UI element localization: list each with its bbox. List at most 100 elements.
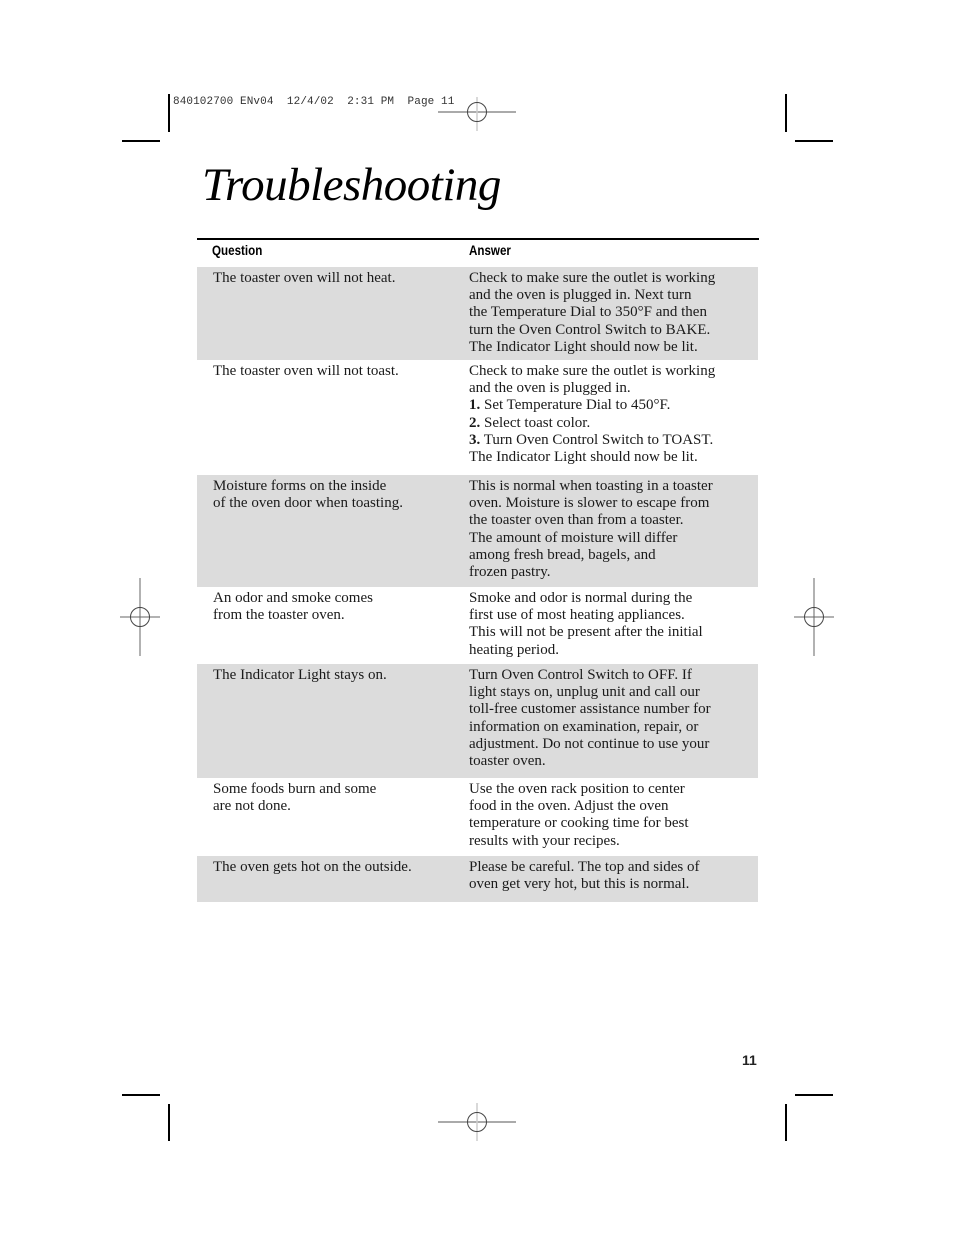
answer-text: This is normal when toasting in a toaste… — [469, 478, 713, 494]
answer-line: The Indicator Light should now be lit. — [469, 449, 758, 466]
answer-text: the toaster oven than from a toaster. — [469, 512, 684, 529]
answer-line: Use the oven rack position to center — [469, 781, 758, 798]
answer-line: adjustment. Do not continue to use your — [469, 736, 758, 753]
crop-mark — [122, 1094, 160, 1096]
answer-text: first use of most heating appliances. — [469, 607, 685, 624]
answer-line: The amount of moisture will differ — [469, 530, 758, 547]
question-line: are not done. — [213, 798, 291, 815]
table-row: The toaster oven will not heat. Check to … — [197, 267, 758, 360]
answer-text: toll-free customer assistance number for — [469, 701, 711, 718]
answer-line: and the oven is plugged in. Next turn — [469, 287, 758, 304]
table-row: Moisture forms on the inside of the oven … — [197, 475, 758, 587]
answer-text: Use the oven rack position to center — [469, 781, 685, 797]
answer-line: and the oven is plugged in. — [469, 380, 758, 397]
answer-text: food in the oven. Adjust the oven — [469, 798, 669, 815]
answer-text: oven. Moisture is slower to escape from — [469, 495, 710, 512]
answer-step: 2. Select toast color. — [469, 415, 758, 432]
crop-mark — [795, 140, 833, 142]
answer-line: The Indicator Light should now be lit. — [469, 339, 758, 356]
registration-mark-right-icon — [794, 578, 834, 656]
table-row: The toaster oven will not toast. Check to… — [197, 360, 758, 475]
answer-text: Select toast color. — [480, 414, 591, 431]
answer-line: turn the Oven Control Switch to BAKE. — [469, 322, 758, 339]
table-row: Some foods burn and some are not done. Use… — [197, 778, 758, 856]
answer-line: This is normal when toasting in a toaste… — [469, 478, 758, 495]
answer-line: This will not be present after the initi… — [469, 624, 758, 641]
column-header-question: Question — [212, 243, 263, 258]
answer-line: heating period. — [469, 642, 758, 659]
answer-line: Please be careful. The top and sides of — [469, 859, 758, 876]
question-cell: An odor and smoke comes from the toaster … — [197, 587, 453, 664]
answer-line: results with your recipes. — [469, 833, 758, 850]
table-row: The oven gets hot on the outside. Please … — [197, 856, 758, 902]
crop-mark — [122, 140, 160, 142]
question-cell: The oven gets hot on the outside. — [197, 856, 453, 902]
answer-text: heating period. — [469, 641, 559, 658]
answer-line: temperature or cooking time for best — [469, 815, 758, 832]
answer-line: frozen pastry. — [469, 564, 758, 581]
crop-mark — [785, 94, 787, 132]
answer-line: light stays on, unplug unit and call our — [469, 684, 758, 701]
question-cell: Some foods burn and some are not done. — [197, 778, 453, 856]
answer-line: first use of most heating appliances. — [469, 607, 758, 624]
answer-text: The Indicator Light should now be lit. — [469, 449, 698, 466]
answer-text: and the oven is plugged in. — [469, 380, 631, 397]
answer-cell: Smoke and odor is normal during the first… — [453, 587, 758, 664]
answer-text: toaster oven. — [469, 753, 546, 770]
answer-step: 3. Turn Oven Control Switch to TOAST. — [469, 432, 758, 449]
question-line: Moisture forms on the inside — [213, 478, 387, 494]
answer-text: results with your recipes. — [469, 832, 620, 849]
answer-text: The amount of moisture will differ — [469, 529, 678, 546]
answer-step: 1. Set Temperature Dial to 450°F. — [469, 397, 758, 414]
answer-text: Check to make sure the outlet is working — [469, 363, 716, 379]
answer-text: turn the Oven Control Switch to BAKE. — [469, 321, 711, 338]
answer-text: Set Temperature Dial to 450°F. — [480, 397, 671, 414]
question-cell: The toaster oven will not heat. — [197, 267, 453, 360]
answer-text: frozen pastry. — [469, 564, 551, 581]
answer-text: information on examination, repair, or — [469, 718, 699, 735]
answer-cell: This is normal when toasting in a toaste… — [453, 475, 758, 587]
question-line: from the toaster oven. — [213, 607, 345, 624]
answer-text: The Indicator Light should now be lit. — [469, 338, 698, 355]
question-line: An odor and smoke comes — [213, 590, 373, 606]
crop-mark — [785, 1104, 787, 1141]
step-number: 1. — [469, 397, 481, 414]
question-line: The toaster oven will not heat. — [213, 270, 396, 286]
answer-text: the Temperature Dial to 350°F and then — [469, 304, 707, 321]
answer-text: Turn Oven Control Switch to TOAST. — [480, 431, 714, 448]
answer-text: Check to make sure the outlet is working — [469, 270, 716, 286]
answer-cell: Please be careful. The top and sides of o… — [453, 856, 758, 902]
answer-line: oven. Moisture is slower to escape from — [469, 495, 758, 512]
answer-line: toll-free customer assistance number for — [469, 701, 758, 718]
print-slug: 840102700 ENv04 12/4/02 2:31 PM Page 11 — [173, 96, 455, 108]
answer-line: the toaster oven than from a toaster. — [469, 512, 758, 529]
answer-text: among fresh bread, bagels, and — [469, 546, 656, 563]
answer-text: This will not be present after the initi… — [469, 624, 703, 641]
answer-line: oven get very hot, but this is normal. — [469, 876, 758, 893]
answer-line: toaster oven. — [469, 753, 758, 770]
answer-text: adjustment. Do not continue to use your — [469, 735, 710, 752]
answer-text: Please be careful. The top and sides of — [469, 859, 700, 875]
header-rule — [197, 238, 759, 240]
answer-cell: Check to make sure the outlet is working… — [453, 360, 758, 475]
page-title: Troubleshooting — [202, 159, 501, 211]
answer-line: the Temperature Dial to 350°F and then — [469, 304, 758, 321]
question-cell: Moisture forms on the inside of the oven … — [197, 475, 453, 587]
question-line: The Indicator Light stays on. — [213, 667, 387, 683]
page-number: 11 — [742, 1052, 757, 1068]
question-cell: The toaster oven will not toast. — [197, 360, 453, 475]
answer-text: Smoke and odor is normal during the — [469, 590, 693, 606]
answer-line: Smoke and odor is normal during the — [469, 590, 758, 607]
table-row: An odor and smoke comes from the toaster … — [197, 587, 758, 664]
registration-mark-left-icon — [120, 578, 160, 656]
question-line: The toaster oven will not toast. — [213, 363, 399, 379]
table-row: The Indicator Light stays on. Turn Oven C… — [197, 664, 758, 778]
answer-text: and the oven is plugged in. Next turn — [469, 287, 692, 304]
troubleshooting-table: The toaster oven will not heat. Check to … — [197, 267, 758, 902]
answer-line: among fresh bread, bagels, and — [469, 547, 758, 564]
answer-cell: Check to make sure the outlet is working… — [453, 267, 758, 360]
question-line: The oven gets hot on the outside. — [213, 859, 412, 875]
answer-line: Check to make sure the outlet is working — [469, 363, 758, 380]
answer-line: information on examination, repair, or — [469, 719, 758, 736]
answer-text: oven get very hot, but this is normal. — [469, 876, 690, 893]
